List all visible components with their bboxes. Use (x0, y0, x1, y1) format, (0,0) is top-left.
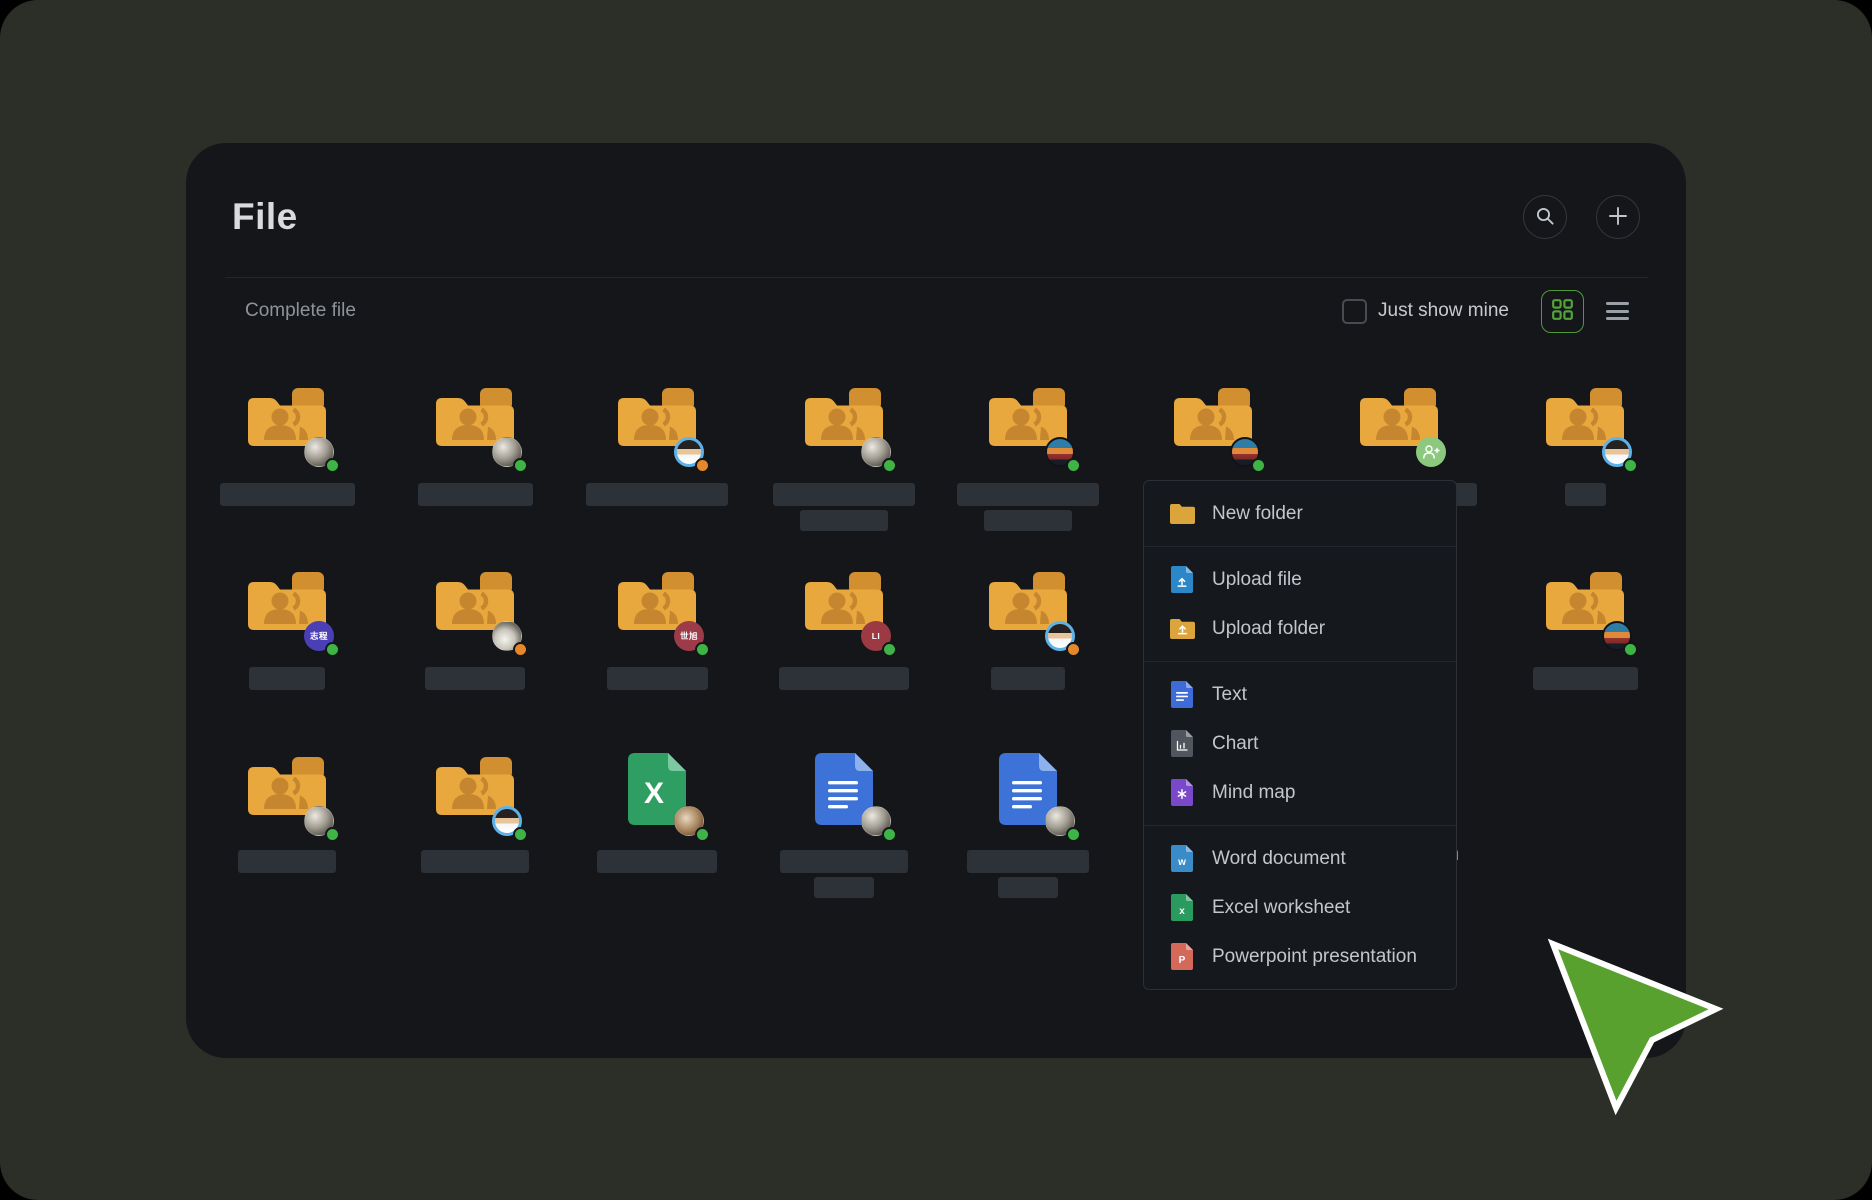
menu-item-label: Mind map (1212, 782, 1295, 804)
menu-group: w Word document x Excel worksheet P Powerpo… (1144, 826, 1456, 989)
window-header: File (186, 143, 1686, 277)
file-label-skeleton (779, 667, 909, 690)
menu-item-excel-worksheet[interactable]: x Excel worksheet (1144, 883, 1456, 932)
list-view-icon-bar (1606, 302, 1629, 305)
svg-text:w: w (1177, 857, 1186, 868)
mindmap-doc-icon (1169, 779, 1195, 806)
list-view-icon-bar (1606, 310, 1629, 313)
file-label-skeleton (425, 667, 525, 690)
status-dot-green (325, 827, 340, 842)
menu-item-label: Chart (1212, 733, 1258, 755)
member-badge-icon (1416, 437, 1446, 467)
header-divider (225, 277, 1648, 278)
menu-item-label: Word document (1212, 848, 1346, 870)
menu-item-mind-map[interactable]: Mind map (1144, 768, 1456, 817)
menu-item-new-folder[interactable]: New folder (1144, 489, 1456, 538)
file-label-skeleton (814, 877, 874, 898)
menu-item-label: Upload file (1212, 569, 1302, 591)
file-label-skeleton (773, 483, 915, 506)
page-title: File (232, 196, 298, 238)
file-label-skeleton (998, 877, 1058, 898)
menu-item-label: Text (1212, 684, 1247, 706)
word-doc-icon: w (1169, 845, 1195, 872)
upload-file-icon (1169, 566, 1195, 593)
file-label-skeleton (249, 667, 325, 690)
upload-folder-icon (1169, 618, 1195, 639)
file-label-skeleton (984, 510, 1072, 531)
text-doc-icon (1169, 681, 1195, 708)
menu-group: Text Chart Mind map (1144, 662, 1456, 826)
file-label-skeleton (220, 483, 355, 506)
grid-view-button[interactable] (1541, 290, 1584, 333)
create-context-menu: New folder Upload file Upload folder Tex… (1143, 480, 1457, 990)
excel-doc-icon: x (1169, 894, 1195, 921)
toolbar: Complete file Just show mine (186, 289, 1686, 333)
svg-text:X: X (644, 777, 664, 810)
menu-item-chart[interactable]: Chart (1144, 719, 1456, 768)
menu-item-label: New folder (1212, 503, 1303, 525)
file-label-skeleton (421, 850, 529, 873)
file-label-skeleton (586, 483, 728, 506)
status-dot-green (513, 458, 528, 473)
list-view-button[interactable] (1600, 296, 1630, 326)
status-dot-green (1623, 642, 1638, 657)
status-dot-green (1623, 458, 1638, 473)
view-toggle (1541, 290, 1630, 333)
just-show-mine-label: Just show mine (1378, 300, 1509, 322)
status-dot-green (882, 458, 897, 473)
file-label-skeleton (597, 850, 717, 873)
status-dot-green (325, 642, 340, 657)
file-label-skeleton (1565, 483, 1606, 506)
file-label-skeleton (991, 667, 1065, 690)
file-label-skeleton (957, 483, 1099, 506)
status-dot-orange (1066, 642, 1081, 657)
just-show-mine-checkbox[interactable] (1342, 299, 1367, 324)
ppt-doc-icon: P (1169, 943, 1195, 970)
file-manager-window: File Complete file (186, 143, 1686, 1058)
grid-view-icon (1552, 299, 1573, 323)
file-label-skeleton (967, 850, 1089, 873)
status-dot-green (882, 642, 897, 657)
menu-item-label: Excel worksheet (1212, 897, 1350, 919)
new-folder-icon (1169, 503, 1195, 524)
status-dot-orange (513, 642, 528, 657)
just-show-mine-toggle[interactable]: Just show mine (1342, 299, 1509, 324)
menu-item-label: Upload folder (1212, 618, 1325, 640)
menu-item-powerpoint-presentation[interactable]: P Powerpoint presentation (1144, 932, 1456, 981)
section-label: Complete file (245, 300, 356, 322)
file-label-skeleton (800, 510, 888, 531)
file-label-skeleton (418, 483, 533, 506)
status-dot-green (695, 827, 710, 842)
add-button[interactable] (1596, 195, 1640, 239)
list-view-icon-bar (1606, 317, 1629, 320)
menu-item-label: Powerpoint presentation (1212, 946, 1417, 968)
plus-icon (1607, 205, 1629, 230)
search-button[interactable] (1523, 195, 1567, 239)
status-dot-green (695, 642, 710, 657)
menu-item-upload-folder[interactable]: Upload folder (1144, 604, 1456, 653)
status-dot-orange (695, 458, 710, 473)
file-label-skeleton (1533, 667, 1638, 690)
status-dot-green (513, 827, 528, 842)
chart-doc-icon (1169, 730, 1195, 757)
status-dot-green (325, 458, 340, 473)
status-dot-green (1251, 458, 1266, 473)
menu-item-upload-file[interactable]: Upload file (1144, 555, 1456, 604)
menu-group: New folder (1144, 481, 1456, 547)
file-label-skeleton (607, 667, 708, 690)
file-label-skeleton (780, 850, 908, 873)
status-dot-green (882, 827, 897, 842)
menu-item-word-document[interactable]: w Word document (1144, 834, 1456, 883)
menu-group: Upload file Upload folder (1144, 547, 1456, 662)
svg-text:x: x (1179, 906, 1185, 917)
header-actions (1523, 195, 1640, 239)
file-label-skeleton (238, 850, 336, 873)
search-icon (1534, 205, 1556, 230)
svg-text:P: P (1179, 955, 1186, 966)
status-dot-green (1066, 827, 1081, 842)
menu-item-text[interactable]: Text (1144, 670, 1456, 719)
toolbar-controls: Just show mine (1342, 290, 1630, 333)
status-dot-green (1066, 458, 1081, 473)
